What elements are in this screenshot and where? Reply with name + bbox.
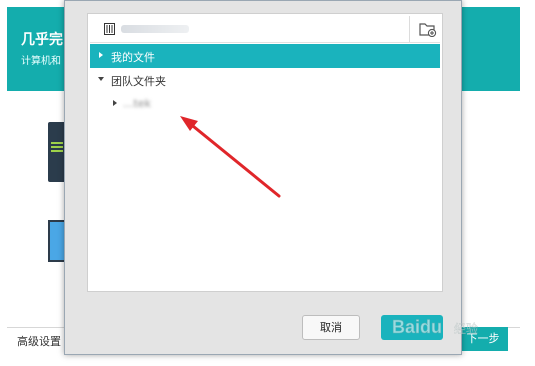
annotation-arrow bbox=[180, 116, 281, 198]
